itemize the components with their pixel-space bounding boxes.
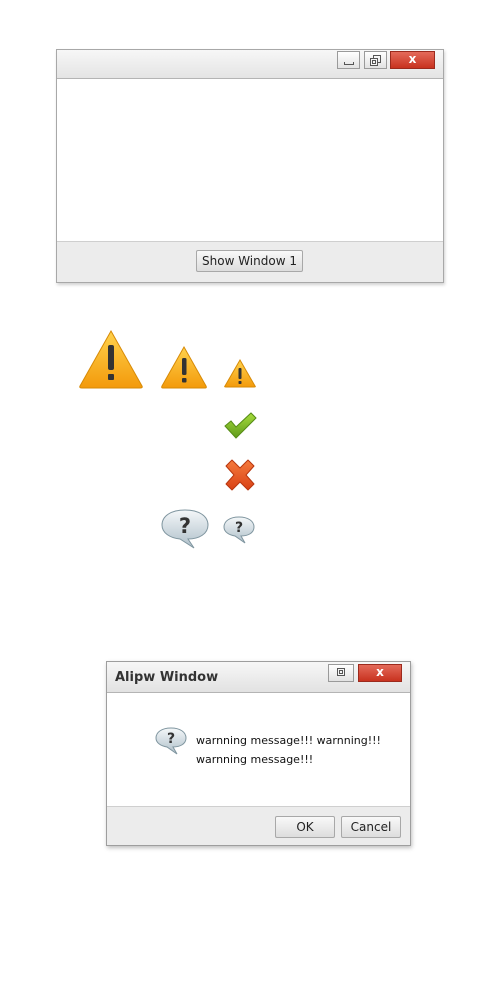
restore-icon — [337, 668, 345, 676]
warning-small-icon — [223, 358, 257, 388]
window-1-titlebar[interactable]: x — [57, 50, 443, 79]
svg-text:?: ? — [167, 731, 175, 747]
question-icon: ? — [154, 726, 188, 756]
error-x-icon — [224, 458, 256, 492]
minimize-icon — [344, 62, 354, 65]
warning-medium-icon — [160, 345, 208, 389]
restore-icon-front — [370, 58, 378, 66]
cancel-button[interactable]: Cancel — [341, 816, 401, 838]
question-large-icon: ? — [160, 508, 210, 550]
check-icon — [223, 411, 257, 441]
svg-text:?: ? — [235, 520, 243, 536]
dialog-restore-button[interactable] — [328, 664, 354, 682]
dialog-close-button[interactable]: x — [358, 664, 402, 682]
dialog-body: ? warnning message!!! warnning!!! warnni… — [107, 693, 410, 806]
ok-button[interactable]: OK — [275, 816, 335, 838]
close-button[interactable]: x — [390, 51, 435, 69]
dialog-titlebar[interactable]: Alipw Window x — [107, 662, 410, 693]
svg-text:?: ? — [179, 514, 191, 538]
close-icon: x — [408, 52, 417, 66]
dialog-message: warnning message!!! warnning!!! warnning… — [196, 734, 381, 766]
question-small-icon: ? — [222, 515, 256, 545]
minimize-button[interactable] — [337, 51, 360, 69]
window-1-footer: Show Window 1 — [57, 241, 443, 282]
restore-button[interactable] — [364, 51, 387, 69]
window-1-body — [57, 79, 443, 242]
dialog-footer: OK Cancel — [107, 806, 410, 845]
window-1: x Show Window 1 — [56, 49, 444, 283]
alert-dialog: Alipw Window x ? warnning message!!! war… — [106, 661, 411, 846]
show-window-1-button[interactable]: Show Window 1 — [196, 250, 303, 272]
close-icon: x — [376, 665, 384, 679]
dialog-title: Alipw Window — [115, 670, 219, 685]
warning-large-icon — [78, 329, 144, 389]
